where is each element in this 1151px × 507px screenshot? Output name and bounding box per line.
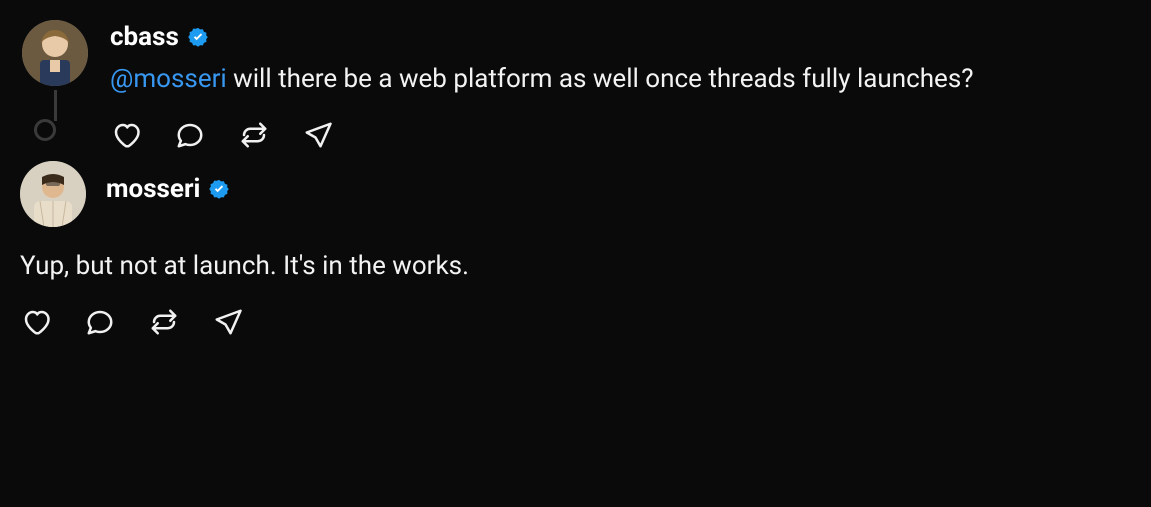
verified-badge-icon xyxy=(187,26,209,48)
action-bar xyxy=(110,119,1131,151)
post-body: Yup, but not at launch. It's in the work… xyxy=(20,249,1131,284)
username[interactable]: cbass xyxy=(110,22,179,52)
post-header: mosseri xyxy=(20,161,1131,227)
post-text: Yup, but not at launch. It's in the work… xyxy=(20,251,469,281)
reply-button[interactable] xyxy=(174,119,206,151)
post-body: @mosseri will there be a web platform as… xyxy=(110,62,1131,97)
verified-badge-icon xyxy=(208,178,230,200)
avatar-column xyxy=(20,20,90,151)
post-content: cbass @mosseri will there be a web platf… xyxy=(110,20,1131,151)
post-text: will there be a web platform as well onc… xyxy=(227,64,974,94)
avatar[interactable] xyxy=(22,20,88,86)
reply-button[interactable] xyxy=(84,306,116,338)
repost-button[interactable] xyxy=(238,119,270,151)
username-row: mosseri xyxy=(106,174,230,204)
like-button[interactable] xyxy=(110,119,142,151)
username-row: cbass xyxy=(110,22,1131,52)
share-button[interactable] xyxy=(212,306,244,338)
mention-link[interactable]: @mosseri xyxy=(110,64,227,94)
avatar[interactable] xyxy=(20,161,86,227)
username[interactable]: mosseri xyxy=(106,174,200,204)
repost-button[interactable] xyxy=(148,306,180,338)
post-2: mosseri Yup, but not at launch. It's in … xyxy=(20,161,1131,338)
thread-end xyxy=(44,119,66,141)
thread-container: cbass @mosseri will there be a web platf… xyxy=(20,20,1131,338)
action-bar xyxy=(20,306,1131,338)
avatar-image xyxy=(20,161,86,227)
post-1: cbass @mosseri will there be a web platf… xyxy=(20,20,1131,151)
avatar-image xyxy=(22,20,88,86)
share-button[interactable] xyxy=(302,119,334,151)
thread-end-circle xyxy=(34,119,56,141)
thread-connector-line xyxy=(54,90,57,121)
like-button[interactable] xyxy=(20,306,52,338)
